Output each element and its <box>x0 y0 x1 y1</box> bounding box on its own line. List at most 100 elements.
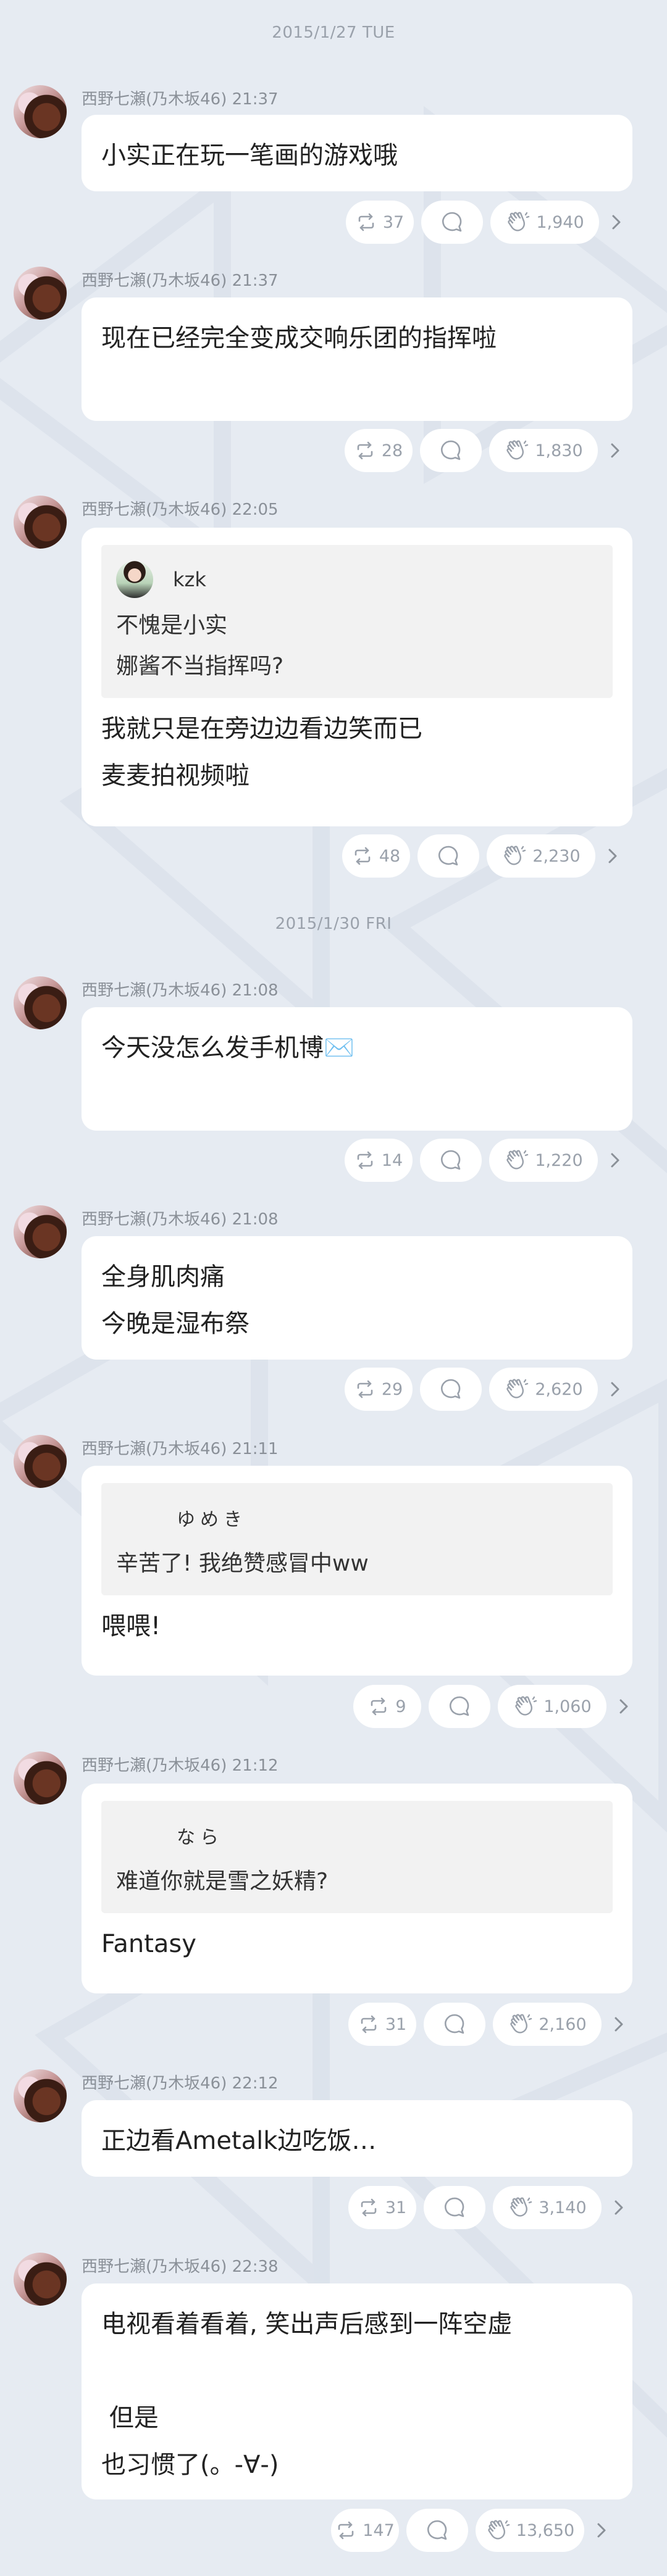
more-button[interactable] <box>613 2195 625 2220</box>
repost-button[interactable]: 31 <box>348 2186 416 2229</box>
author-timestamp: 西野七瀬(乃木坂46) 21:08 <box>82 1210 279 1229</box>
avatar[interactable] <box>14 1751 67 1805</box>
like-button[interactable]: 1,940 <box>490 201 599 244</box>
repost-icon <box>358 213 374 231</box>
message-bubble[interactable]: 全身肌肉痛 今晚是湿布祭 <box>82 1236 632 1360</box>
repost-button[interactable]: 48 <box>342 834 410 878</box>
repost-count: 28 <box>381 441 403 460</box>
repost-button[interactable]: 147 <box>331 2509 399 2552</box>
message-text: 麦麦拍视频啦 <box>101 762 250 790</box>
comment-button[interactable] <box>420 1368 482 1411</box>
message-bubble[interactable]: 正边看Ametalk边吃饭… <box>82 2100 632 2177</box>
repost-button[interactable]: 28 <box>345 429 413 472</box>
more-button[interactable] <box>595 2518 608 2543</box>
message-bubble[interactable]: なら 难道你就是雪之妖精? Fantasy <box>82 1784 632 1993</box>
clap-icon <box>506 1150 529 1170</box>
quoted-reply[interactable]: kzk 不愧是小实 娜酱不当指挥吗? <box>101 545 613 698</box>
repost-count: 9 <box>395 1697 406 1716</box>
like-button[interactable]: 2,160 <box>493 2003 602 2046</box>
clap-icon <box>506 1379 529 1398</box>
like-button[interactable]: 1,060 <box>498 1685 606 1728</box>
like-button[interactable]: 13,650 <box>476 2509 584 2552</box>
repost-icon <box>338 2521 354 2540</box>
comment-button[interactable] <box>406 2509 468 2552</box>
message-bubble[interactable]: 今天没怎么发手机博✉️ <box>82 1007 632 1131</box>
action-bar: 31 2,160 <box>348 2003 625 2046</box>
message-bubble[interactable]: kzk 不愧是小实 娜酱不当指挥吗? 我就只是在旁边边看边笑而已 麦麦拍视频啦 <box>82 528 632 826</box>
more-button[interactable] <box>609 1148 621 1173</box>
message-bubble[interactable]: ゆめき 辛苦了! 我绝赞感冒中ww 喂喂! <box>82 1466 632 1676</box>
date-separator: 2015/1/27 TUE <box>272 23 395 42</box>
comment-button[interactable] <box>421 201 483 244</box>
avatar[interactable] <box>14 85 67 138</box>
like-count: 3,140 <box>539 2198 587 2217</box>
repost-button[interactable]: 29 <box>345 1368 413 1411</box>
more-button[interactable] <box>609 438 621 463</box>
comment-icon <box>440 1379 461 1399</box>
avatar[interactable] <box>14 2069 67 2122</box>
clap-icon <box>515 1696 537 1716</box>
comment-button[interactable] <box>420 429 482 472</box>
chevron-right-icon <box>615 2017 623 2032</box>
more-button[interactable] <box>613 2012 625 2037</box>
more-button[interactable] <box>609 1377 621 1402</box>
like-button[interactable]: 2,620 <box>489 1368 598 1411</box>
comment-button[interactable] <box>417 834 479 878</box>
chevron-right-icon <box>611 1153 619 1168</box>
like-button[interactable]: 2,230 <box>487 834 595 878</box>
repost-icon <box>361 2198 377 2217</box>
comment-button[interactable] <box>424 2003 485 2046</box>
like-button[interactable]: 3,140 <box>493 2186 602 2229</box>
message-text: 小实正在玩一笔画的游戏哦 <box>101 141 398 170</box>
quoted-author: kzk <box>173 568 206 591</box>
repost-icon <box>357 441 373 460</box>
message-bubble[interactable]: 电视看着看着, 笑出声后感到一阵空虚 但是 也习惯了(。-∀-) <box>82 2283 632 2499</box>
repost-button[interactable]: 31 <box>348 2003 416 2046</box>
clap-icon <box>510 2197 532 2217</box>
clap-icon <box>506 440 529 460</box>
like-count: 13,650 <box>516 2520 575 2540</box>
action-bar: 28 1,830 <box>345 429 621 472</box>
action-bar: 29 2,620 <box>345 1368 621 1411</box>
like-count: 1,940 <box>536 212 584 232</box>
avatar[interactable] <box>14 2253 67 2306</box>
repost-icon <box>361 2015 377 2034</box>
message-bubble[interactable]: 现在已经完全变成交响乐团的指挥啦 <box>82 297 632 421</box>
quoted-reply[interactable]: なら难道你就是雪之妖精? <box>101 1801 613 1913</box>
clap-icon <box>504 846 526 865</box>
quoted-reply[interactable]: ゆめき 辛苦了! 我绝赞感冒中ww <box>101 1483 613 1595</box>
chevron-right-icon <box>612 215 621 230</box>
comment-button[interactable] <box>429 1685 490 1728</box>
more-button[interactable] <box>606 844 619 868</box>
action-bar: 9 1,060 <box>353 1685 630 1728</box>
quoted-author: なら <box>177 1827 224 1848</box>
message-text: 我就只是在旁边边看边笑而已 <box>101 715 422 743</box>
like-button[interactable]: 1,830 <box>489 429 598 472</box>
avatar[interactable] <box>14 1205 67 1258</box>
avatar[interactable] <box>14 496 67 549</box>
comment-button[interactable] <box>420 1139 482 1182</box>
author-timestamp: 西野七瀬(乃木坂46) 22:38 <box>82 2258 279 2276</box>
repost-button[interactable]: 37 <box>346 201 414 244</box>
message-text: 正边看Ametalk边吃饭… <box>101 2127 377 2155</box>
quoted-text: 难道你就是雪之妖精? <box>116 1869 329 1894</box>
like-button[interactable]: 1,220 <box>489 1139 598 1182</box>
more-button[interactable] <box>610 210 623 235</box>
repost-count: 14 <box>381 1150 403 1170</box>
comment-icon <box>444 2014 464 2034</box>
repost-button[interactable]: 14 <box>345 1139 413 1182</box>
more-button[interactable] <box>618 1694 630 1719</box>
avatar[interactable] <box>14 976 67 1029</box>
quoted-header: なら <box>116 1809 598 1861</box>
repost-button[interactable]: 9 <box>353 1685 421 1728</box>
message-text: 全身肌肉痛 <box>101 1263 225 1291</box>
like-count: 2,230 <box>532 846 581 866</box>
avatar[interactable] <box>14 267 67 320</box>
avatar[interactable] <box>14 1435 67 1488</box>
quoted-avatar <box>116 561 153 598</box>
author-timestamp: 西野七瀬(乃木坂46) 21:37 <box>82 90 279 109</box>
comment-button[interactable] <box>424 2186 485 2229</box>
message-bubble[interactable]: 小实正在玩一笔画的游戏哦 <box>82 115 632 191</box>
comment-icon <box>440 1150 461 1170</box>
repost-count: 31 <box>385 2198 407 2217</box>
